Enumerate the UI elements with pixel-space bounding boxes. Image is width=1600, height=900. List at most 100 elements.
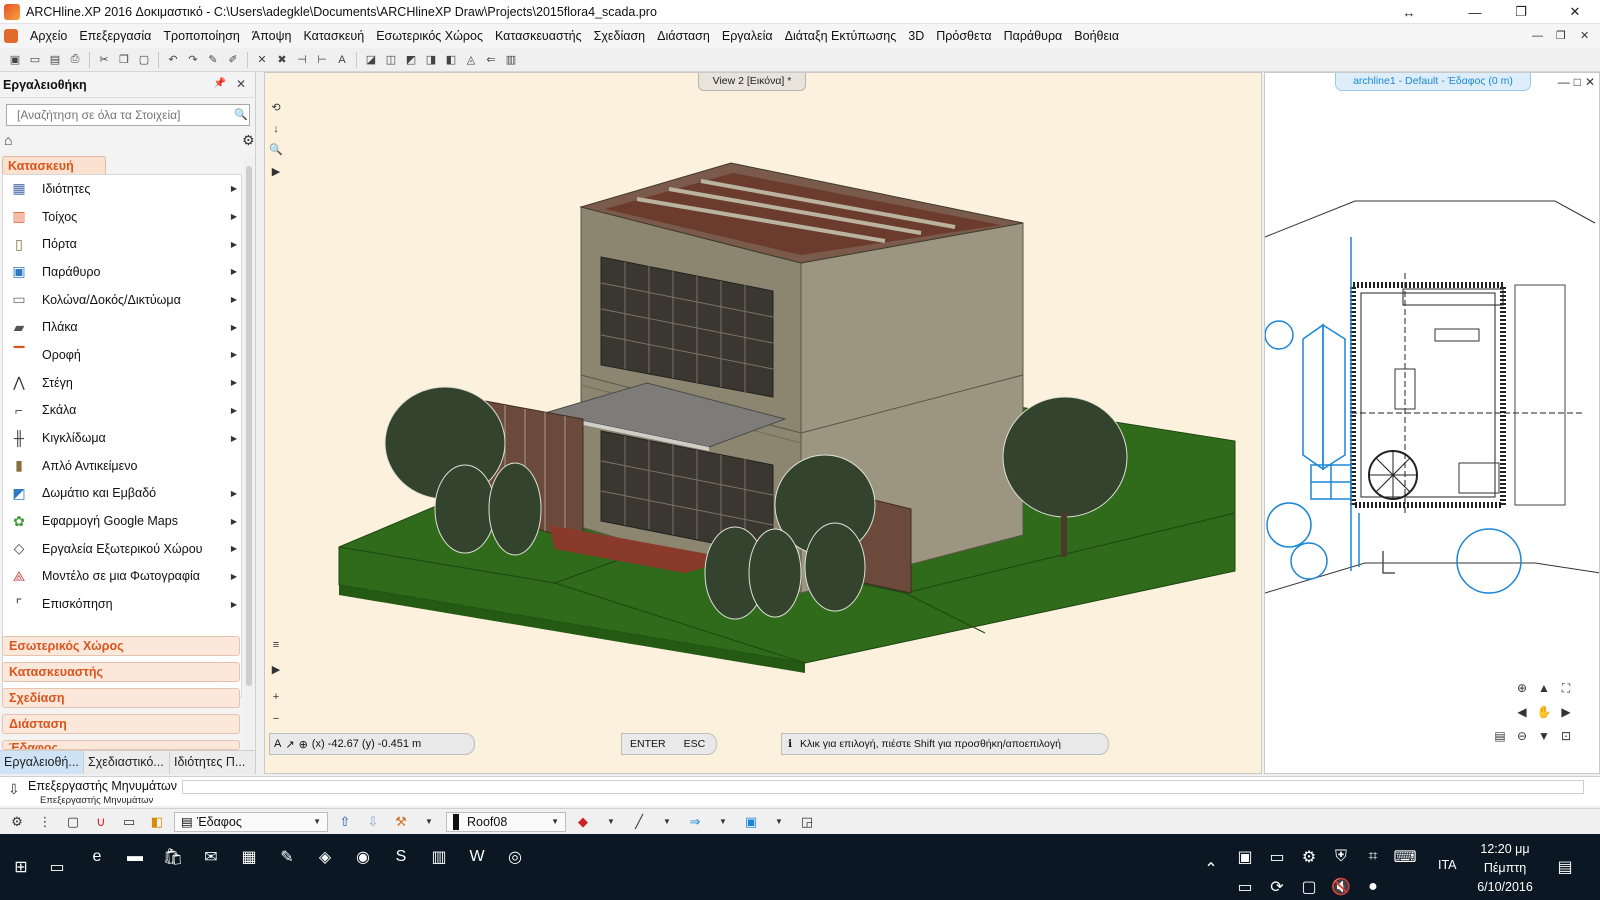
frame-icon[interactable]: ▣ — [740, 812, 762, 832]
app-menu-icon[interactable] — [4, 29, 18, 43]
save-icon[interactable]: ▤ — [46, 51, 64, 69]
edge-browser-icon[interactable]: e — [82, 842, 112, 872]
input-language[interactable]: ITA — [1438, 858, 1457, 872]
menu-view[interactable]: Άποψη — [246, 24, 298, 48]
zoom-icon[interactable]: 🔍 — [268, 143, 284, 159]
grid-icon[interactable]: ⋮ — [34, 812, 56, 832]
toolbox-item-door[interactable]: ▯ Πόρτα ▶ — [3, 230, 241, 258]
zoom-in-icon[interactable]: ⊕ — [1513, 679, 1531, 697]
notepad-icon[interactable]: ✎ — [272, 842, 302, 872]
scrollbar-thumb[interactable] — [246, 166, 252, 686]
view-cube-icon[interactable]: ◫ — [382, 51, 400, 69]
toolbox-scrollbar[interactable] — [244, 156, 254, 756]
pan-down-icon[interactable]: ▼ — [1535, 727, 1553, 745]
snap-icon[interactable]: A — [274, 738, 281, 750]
category-interior[interactable]: Εσωτερικός Χώρος — [2, 636, 240, 656]
walk-icon[interactable]: ↓ — [268, 123, 284, 139]
toolbox-item-landscape[interactable]: ◇ Εργαλεία Εξωτερικού Χώρου ▶ — [3, 535, 241, 563]
toolbox-item-column[interactable]: ▭ Κολώνα/Δοκός/Δικτύωμα ▶ — [3, 286, 241, 314]
plan-maximize-icon[interactable]: □ — [1574, 75, 1581, 89]
menu-addons[interactable]: Πρόσθετα — [930, 24, 997, 48]
category-drawing[interactable]: Σχεδίαση — [2, 688, 240, 708]
close-button[interactable]: ✕ — [1552, 0, 1598, 24]
clock[interactable]: 12:20 μμ Πέμπτη 6/10/2016 — [1470, 840, 1540, 897]
layer-box-icon[interactable]: ▢ — [62, 812, 84, 832]
cut-icon[interactable]: ✂ — [95, 51, 113, 69]
brush-icon[interactable]: ✐ — [224, 51, 242, 69]
view-iso-icon[interactable]: ◩ — [402, 51, 420, 69]
archline-taskbar-icon[interactable]: ◎ — [500, 842, 530, 872]
undo-icon[interactable]: ↶ — [164, 51, 182, 69]
home-icon[interactable]: ⌂ — [4, 132, 22, 150]
redo-icon[interactable]: ↷ — [184, 51, 202, 69]
menu-drawing[interactable]: Σχεδίαση — [588, 24, 652, 48]
pick-property-icon[interactable]: ✎ — [204, 51, 222, 69]
menu-3d[interactable]: 3D — [902, 24, 930, 48]
toolbox-search-input[interactable] — [6, 104, 250, 126]
extend-icon[interactable]: ⊢ — [313, 51, 331, 69]
toolbox-item-wall[interactable]: ▥ Τοίχος ▶ — [3, 203, 241, 231]
delete-icon[interactable]: ✕ — [253, 51, 271, 69]
pan-right-icon[interactable]: ▶ — [1557, 703, 1575, 721]
gear-icon[interactable]: ⚙ — [242, 132, 255, 149]
view-plan[interactable]: archline1 - Default - Έδαφος (0 m) — □ ✕… — [1264, 72, 1600, 774]
view-section-icon[interactable]: ◧ — [442, 51, 460, 69]
plan-minimize-icon[interactable]: — — [1558, 75, 1570, 89]
menu-edit[interactable]: Επεξεργασία — [73, 24, 157, 48]
toolbox-item-slab[interactable]: ▰ Πλάκα ▶ — [3, 313, 241, 341]
measure-icon[interactable]: ↗ — [285, 738, 294, 751]
zoom-in-icon[interactable]: + — [268, 691, 284, 707]
view-3d-icon[interactable]: ◪ — [362, 51, 380, 69]
toolbox-item-overview[interactable]: ⌜ Επισκόπηση ▶ — [3, 590, 241, 618]
zoom-out-icon[interactable]: − — [268, 713, 284, 729]
pan-left-icon[interactable]: ◀ — [1513, 703, 1531, 721]
tab-properties[interactable]: Ιδιότητες Π... — [170, 751, 256, 774]
display-icon[interactable]: ◲ — [796, 812, 818, 832]
layers-icon[interactable]: ▤ — [1491, 727, 1509, 745]
word-icon[interactable]: W — [462, 842, 492, 872]
app-icon[interactable]: ◈ — [310, 842, 340, 872]
category-manufacturer[interactable]: Κατασκευαστής — [2, 662, 240, 682]
tray-chevron-up-icon[interactable]: ⌃ — [1196, 854, 1226, 884]
toolbox-item-window[interactable]: ▣ Παράθυρο ▶ — [3, 258, 241, 286]
toolbox-item-ceiling[interactable]: ▔ Οροφή ▶ — [3, 341, 241, 369]
floor-select[interactable]: ▤ Έδαφος ▼ — [174, 811, 328, 832]
settings-gear-icon[interactable]: ⚙ — [6, 812, 28, 832]
plan-view-tab[interactable]: archline1 - Default - Έδαφος (0 m) — [1335, 73, 1531, 91]
toolbox-item-roof[interactable]: ⋀ Στέγη ▶ — [3, 369, 241, 397]
dropdown-arrow-icon[interactable]: ▼ — [656, 812, 678, 832]
toolbox-item-properties[interactable]: ▦ Ιδιότητες ▶ — [3, 175, 241, 203]
view-walk-icon[interactable]: ◬ — [462, 51, 480, 69]
dropdown-arrow-icon[interactable]: ▼ — [768, 812, 790, 832]
view-3d[interactable]: View 2 [Εικόνα] * ⟲ ↓ 🔍 ▶ ≡ ▶ + − A ↗ ⊕ … — [264, 72, 1262, 774]
tray-display-icon[interactable]: ▢ — [1294, 872, 1324, 900]
menu-interior[interactable]: Εσωτερικός Χώρος — [370, 24, 489, 48]
calculator-icon[interactable]: ▦ — [234, 842, 264, 872]
tray-shield-icon[interactable]: ⛨ — [1326, 842, 1356, 872]
esc-button[interactable]: ESC — [684, 738, 706, 750]
dropdown-arrow-icon[interactable]: ▼ — [418, 812, 440, 832]
tray-status-icon[interactable]: ● — [1358, 872, 1388, 900]
command-input[interactable] — [182, 780, 1584, 794]
toolbox-item-room-area[interactable]: ◩ Δωμάτιο και Εμβαδό ▶ — [3, 480, 241, 508]
magnet-icon[interactable]: ∪ — [90, 812, 112, 832]
delete-all-icon[interactable]: ✖ — [273, 51, 291, 69]
view-perspective-icon[interactable]: ◨ — [422, 51, 440, 69]
line-style-icon[interactable]: ╱ — [628, 812, 650, 832]
rotate-icon[interactable]: ⟲ — [268, 101, 284, 117]
tab-drawing-tools[interactable]: Σχεδιαστικό... — [84, 751, 170, 774]
menu-manufacturer[interactable]: Κατασκευαστής — [489, 24, 588, 48]
menu-dimension[interactable]: Διάσταση — [651, 24, 716, 48]
panel-close-icon[interactable]: ✕ — [236, 77, 246, 91]
highlight-icon[interactable]: ◧ — [146, 812, 168, 832]
play-icon[interactable]: ▶ — [268, 165, 284, 181]
tray-app-icon[interactable]: ▣ — [1230, 842, 1260, 872]
menu-help[interactable]: Βοήθεια — [1068, 24, 1125, 48]
print-icon[interactable]: ⎙ — [66, 51, 84, 69]
roof-style-select[interactable]: Roof08 ▼ — [446, 811, 566, 832]
mdi-close-icon[interactable]: ✕ — [1580, 24, 1589, 48]
toolbox-item-stair[interactable]: ⌐ Σκάλα ▶ — [3, 397, 241, 425]
menu-tools[interactable]: Εργαλεία — [716, 24, 779, 48]
pan-hand-icon[interactable]: ✋ — [1535, 703, 1553, 721]
target-icon[interactable]: ⊕ — [299, 738, 308, 751]
